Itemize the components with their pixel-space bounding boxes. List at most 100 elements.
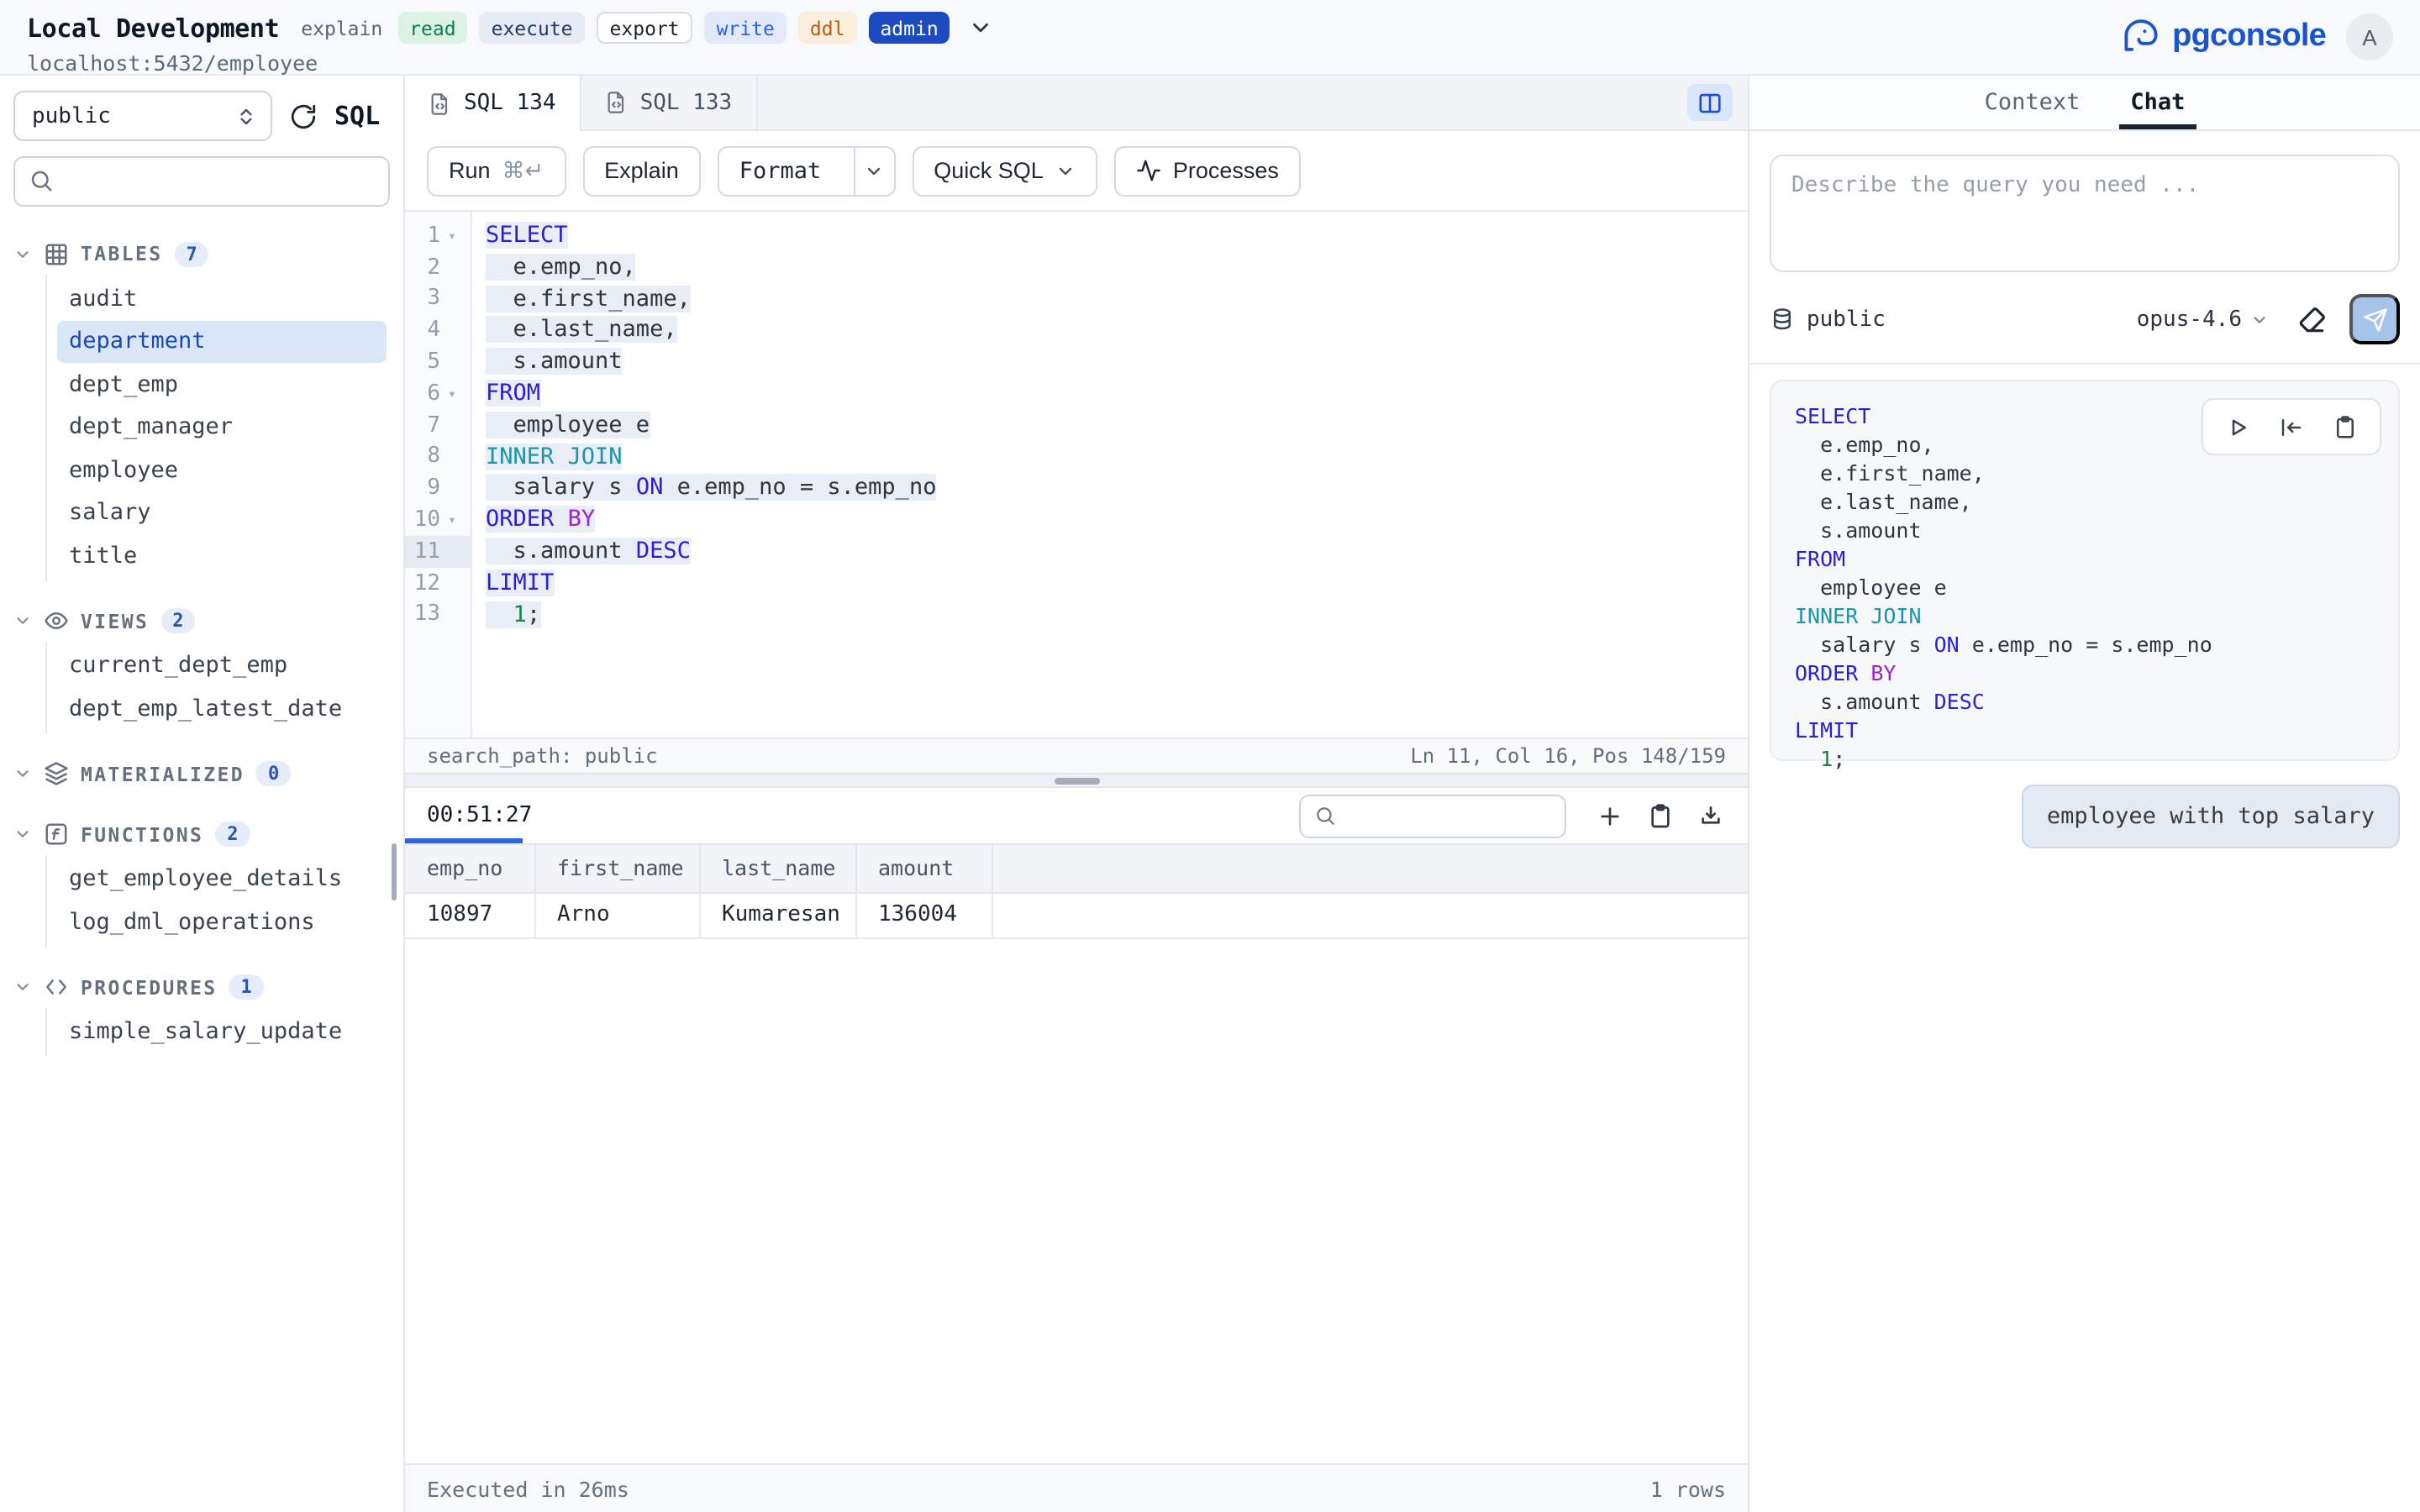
- table-cell[interactable]: Kumaresan: [699, 892, 855, 937]
- gutter-line-13[interactable]: 13: [405, 599, 471, 631]
- sidebar-item-dept_emp[interactable]: dept_emp: [47, 363, 403, 406]
- editor-tab-sql-134[interactable]: SQL 134: [405, 76, 581, 131]
- code-line-12[interactable]: LIMIT: [486, 568, 1748, 600]
- chat-input[interactable]: [1770, 155, 2400, 272]
- quick-sql-button[interactable]: Quick SQL: [912, 145, 1097, 196]
- add-result-tab-icon[interactable]: [1597, 802, 1623, 829]
- split-view-button[interactable]: [1687, 84, 1733, 121]
- section-header-views[interactable]: VIEWS2: [13, 601, 403, 641]
- column-header-emp_no[interactable]: emp_no: [405, 845, 534, 892]
- results-search[interactable]: [1299, 794, 1566, 837]
- schema-select[interactable]: public: [13, 91, 272, 141]
- results-table: emp_nofirst_namelast_nameamount 10897Arn…: [405, 845, 1748, 938]
- context-schema[interactable]: public: [1770, 307, 1886, 332]
- row-count-label: 1 rows: [1650, 1476, 1726, 1501]
- gutter-line-4[interactable]: 4: [405, 315, 471, 347]
- sidebar-item-current_dept_emp[interactable]: current_dept_emp: [47, 644, 403, 687]
- tab-chat[interactable]: Chat: [2130, 76, 2185, 129]
- sidebar-item-salary[interactable]: salary: [47, 491, 403, 534]
- section-items-tables: auditdepartmentdept_empdept_manageremplo…: [45, 274, 403, 580]
- code-line-7[interactable]: employee e: [486, 410, 1748, 442]
- gutter-line-11[interactable]: 11: [405, 536, 471, 568]
- gutter-line-9[interactable]: 9: [405, 473, 471, 505]
- sidebar-item-employee[interactable]: employee: [47, 449, 403, 491]
- code-line-10[interactable]: ORDER BY: [486, 504, 1748, 536]
- permission-badge-admin: admin: [868, 12, 950, 44]
- sidebar-resize-handle[interactable]: [392, 843, 397, 900]
- run-button[interactable]: Run ⌘↵: [427, 145, 566, 196]
- gutter-line-6[interactable]: 6▾: [405, 378, 471, 410]
- sql-editor[interactable]: 1▾23456▾78910▾111213 SELECT e.emp_no, e.…: [405, 212, 1748, 737]
- sidebar-item-log_dml_operations[interactable]: log_dml_operations: [47, 900, 403, 943]
- table-cell[interactable]: 136004: [855, 892, 992, 937]
- editor-gutter: 1▾23456▾78910▾111213: [405, 212, 472, 737]
- table-cell[interactable]: Arno: [534, 892, 699, 937]
- search-icon: [29, 168, 54, 193]
- code-line-4[interactable]: e.last_name,: [486, 315, 1748, 347]
- chevron-down-icon[interactable]: [969, 15, 994, 40]
- refresh-icon[interactable]: [289, 102, 318, 130]
- gutter-line-1[interactable]: 1▾: [405, 220, 471, 252]
- permission-badge-export: export: [597, 12, 693, 44]
- sidebar-item-get_employee_details[interactable]: get_employee_details: [47, 858, 403, 900]
- permission-badge-explain: explain: [297, 12, 386, 44]
- result-tab[interactable]: 00:51:27: [405, 788, 554, 843]
- section-count-badge: 1: [229, 974, 264, 1000]
- code-line-8[interactable]: INNER JOIN: [486, 441, 1748, 473]
- run-sql-icon[interactable]: [2225, 414, 2250, 439]
- editor-results-splitter[interactable]: [405, 773, 1748, 788]
- copy-results-icon[interactable]: [1647, 802, 1674, 829]
- chat-composer: public opus-4.6: [1749, 131, 2420, 365]
- column-header-first_name[interactable]: first_name: [534, 845, 699, 892]
- code-line-3[interactable]: e.first_name,: [486, 283, 1748, 315]
- copy-sql-icon[interactable]: [2333, 414, 2358, 439]
- model-select[interactable]: opus-4.6: [2137, 307, 2269, 332]
- explain-button[interactable]: Explain: [582, 145, 701, 196]
- code-line-13[interactable]: 1;: [486, 599, 1748, 631]
- code-line-5[interactable]: s.amount: [486, 346, 1748, 378]
- sql-mode-label[interactable]: SQL: [334, 101, 380, 131]
- gutter-line-10[interactable]: 10▾: [405, 504, 471, 536]
- section-header-tables[interactable]: TABLES7: [13, 234, 403, 274]
- send-button[interactable]: [2349, 294, 2400, 344]
- sidebar-item-dept_manager[interactable]: dept_manager: [47, 406, 403, 449]
- sidebar-item-title[interactable]: title: [47, 534, 403, 577]
- splitter-grip[interactable]: [1054, 778, 1099, 785]
- processes-button[interactable]: Processes: [1114, 145, 1301, 196]
- gutter-line-3[interactable]: 3: [405, 283, 471, 315]
- gutter-line-7[interactable]: 7: [405, 410, 471, 442]
- editor-code[interactable]: SELECT e.emp_no, e.first_name, e.last_na…: [472, 212, 1748, 737]
- insert-to-editor-icon[interactable]: [2279, 414, 2304, 439]
- code-line-1[interactable]: SELECT: [486, 220, 1748, 252]
- format-dropdown[interactable]: [853, 147, 893, 194]
- table-cell[interactable]: 10897: [405, 892, 534, 937]
- sidebar-item-dept_emp_latest_date[interactable]: dept_emp_latest_date: [47, 687, 403, 730]
- section-items-functions: get_employee_detailslog_dml_operations: [45, 854, 403, 947]
- format-button[interactable]: Format: [718, 145, 896, 196]
- tab-context[interactable]: Context: [1985, 76, 2081, 129]
- column-header-amount[interactable]: amount: [855, 845, 992, 892]
- results-search-input[interactable]: [1346, 803, 1531, 828]
- gutter-line-2[interactable]: 2: [405, 252, 471, 284]
- code-line-6[interactable]: FROM: [486, 378, 1748, 410]
- sidebar-search-input[interactable]: [13, 156, 390, 207]
- section-header-materialized[interactable]: MATERIALIZED0: [13, 753, 403, 794]
- code-line-11[interactable]: s.amount DESC: [486, 536, 1748, 568]
- gutter-line-12[interactable]: 12: [405, 568, 471, 600]
- sidebar-item-simple_salary_update[interactable]: simple_salary_update: [47, 1011, 403, 1053]
- code-line-9[interactable]: salary s ON e.emp_no = s.emp_no: [486, 473, 1748, 505]
- avatar[interactable]: A: [2346, 13, 2393, 60]
- download-results-icon[interactable]: [1697, 802, 1724, 829]
- table-row[interactable]: 10897ArnoKumaresan136004: [405, 892, 1748, 937]
- section-header-functions[interactable]: FUNCTIONS2: [13, 814, 403, 854]
- code-line-2[interactable]: e.emp_no,: [486, 252, 1748, 284]
- sidebar-item-audit[interactable]: audit: [47, 277, 403, 320]
- editor-tab-sql-133[interactable]: SQL 133: [581, 76, 758, 129]
- search-icon: [1314, 805, 1336, 827]
- clear-chat-icon[interactable]: [2296, 303, 2328, 335]
- gutter-line-8[interactable]: 8: [405, 441, 471, 473]
- column-header-last_name[interactable]: last_name: [699, 845, 855, 892]
- sidebar-item-department[interactable]: department: [57, 320, 387, 363]
- gutter-line-5[interactable]: 5: [405, 346, 471, 378]
- section-header-procedures[interactable]: PROCEDURES1: [13, 967, 403, 1007]
